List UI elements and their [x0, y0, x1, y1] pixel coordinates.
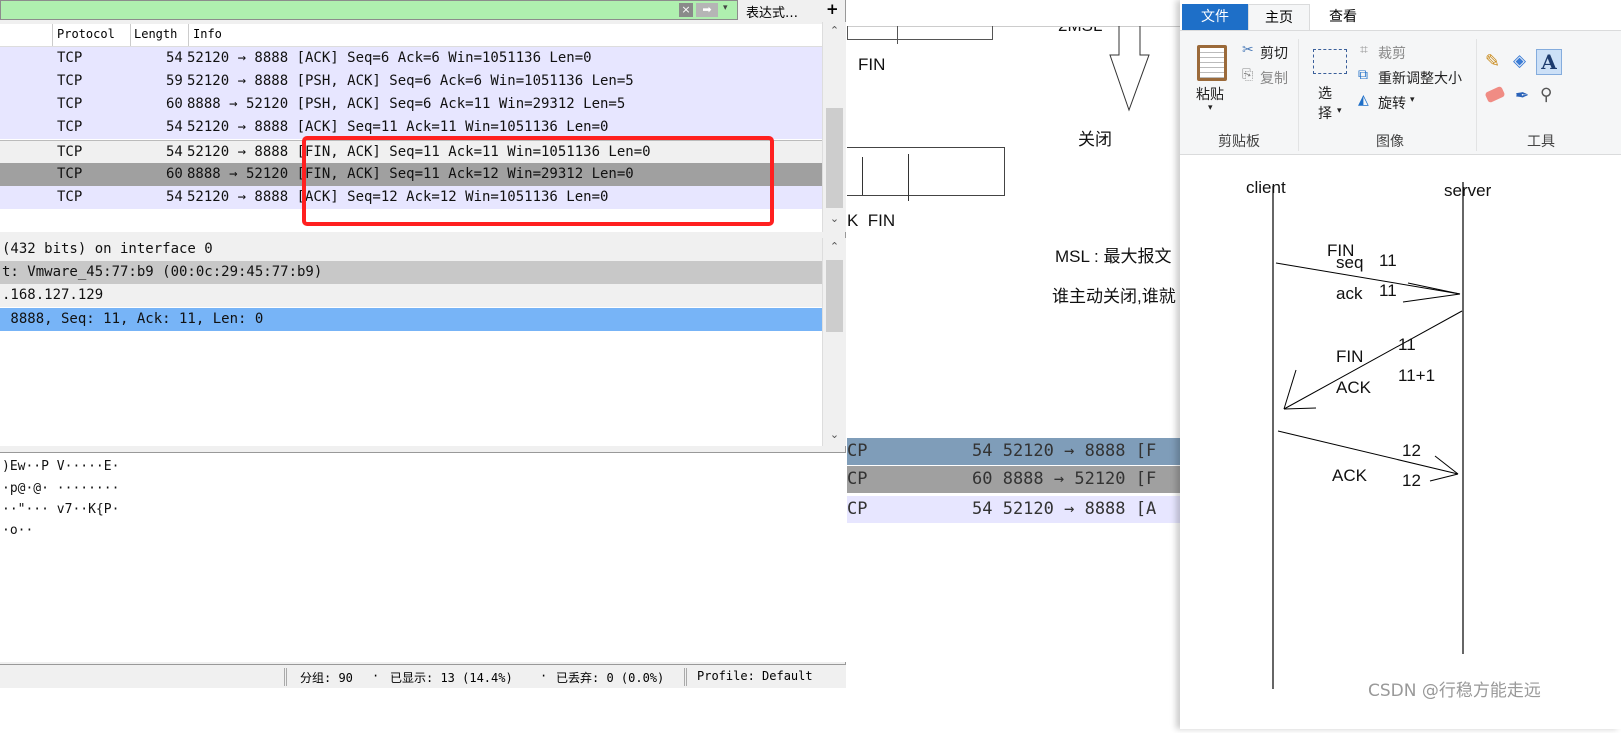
background-document: FIN 2MSL 关闭 K FIN MSL : 最大报文 谁主动关闭,谁就 CP…	[847, 0, 1181, 729]
scrollbar-thumb[interactable]	[826, 260, 843, 332]
fin-label-2: FIN	[1336, 347, 1363, 366]
color-picker-icon[interactable]: ✒	[1515, 86, 1529, 106]
doc-fin-label: FIN	[858, 55, 886, 74]
cut-button[interactable]: 剪切	[1260, 43, 1288, 63]
tab-home[interactable]: 主页	[1248, 4, 1310, 31]
display-filter-input[interactable]: × ➡ ▾	[0, 0, 738, 20]
rotate-icon: ◭	[1358, 92, 1369, 108]
scissors-icon: ✂	[1242, 42, 1254, 58]
detail-row[interactable]: t: Vmware_45:77:b9 (00:0c:29:45:77:b9)	[0, 261, 822, 284]
tools-group-label: 工具	[1527, 134, 1555, 150]
seq-value-3: 12	[1402, 441, 1421, 460]
scrollbar-thumb[interactable]	[826, 108, 843, 208]
seq-label: seq	[1336, 253, 1363, 272]
text-tool-icon[interactable]: A	[1536, 49, 1562, 75]
dropped-count: 已丢弃: 0 (0.0%)	[556, 671, 665, 685]
select-button[interactable]: 选择	[1318, 84, 1336, 124]
fin-arrow-1	[1275, 262, 1461, 303]
client-label: client	[1246, 178, 1286, 197]
doc-packet-row: CP 54 52120 → 8888 [F	[847, 438, 1181, 465]
ack-label-3: ACK	[1332, 466, 1368, 485]
paint-canvas[interactable]: client server FIN seq 11 ack 11 11 FIN 1…	[1180, 156, 1621, 729]
details-scrollbar[interactable]: ⌃ ⌄	[822, 238, 846, 446]
clear-filter-icon[interactable]: ×	[679, 3, 693, 17]
scroll-up-icon[interactable]: ⌃	[823, 24, 846, 37]
copy-button[interactable]: 复制	[1260, 68, 1288, 88]
doc-packet-row: CP 54 52120 → 8888 [A	[847, 496, 1181, 523]
ack-arrow	[1277, 430, 1459, 482]
detail-row-selected[interactable]: 8888, Seq: 11, Ack: 11, Len: 0	[0, 308, 822, 331]
displayed-count: 已显示: 13 (14.4%)	[390, 671, 513, 685]
ribbon: 粘贴 ▾ ✂ 剪切 ⎘ 复制 剪贴板 选择 ▾ ⌗ 裁剪 ⧉ 重新调整大小 ◭ …	[1180, 30, 1621, 155]
server-label: server	[1444, 181, 1492, 200]
down-arrow-shape	[1109, 26, 1150, 112]
tab-file[interactable]: 文件	[1182, 4, 1248, 30]
doc-msl-text: MSL : 最大报文	[1055, 247, 1172, 266]
tab-view[interactable]: 查看	[1312, 4, 1374, 30]
crop-button[interactable]: 裁剪	[1378, 43, 1406, 63]
ack-value-2: 11+1	[1398, 366, 1435, 385]
paste-button[interactable]: 粘贴	[1196, 84, 1224, 104]
resize-icon: ⧉	[1358, 67, 1368, 83]
crop-icon: ⌗	[1360, 42, 1368, 58]
ack-label: ack	[1336, 284, 1363, 303]
doc-close-label: 关闭	[1078, 130, 1112, 149]
wireshark-window: × ➡ ▾ 表达式… + Protocol Length Info TCP 54 5…	[0, 0, 846, 688]
seq-value-2: 11	[1398, 335, 1416, 354]
add-filter-button[interactable]: +	[826, 0, 839, 18]
scroll-down-icon[interactable]: ⌄	[823, 212, 846, 225]
packet-list-header: Protocol Length Info	[0, 24, 822, 47]
packet-row[interactable]: TCP 54 52120 → 8888 [ACK] Seq=6 Ack=6 Win=…	[0, 47, 822, 70]
magnifier-icon[interactable]: ⚲	[1540, 85, 1552, 105]
image-group-label: 图像	[1376, 134, 1404, 150]
expression-button[interactable]: 表达式…	[746, 2, 798, 21]
ack-value-3: 12	[1402, 471, 1421, 490]
profile-selector[interactable]: Profile: Default	[697, 669, 813, 683]
column-protocol[interactable]: Protocol	[57, 27, 115, 41]
fin-ack-arrow	[1283, 310, 1463, 410]
fill-bucket-icon[interactable]: ◈	[1513, 51, 1526, 71]
scroll-up-icon[interactable]: ⌃	[823, 240, 846, 253]
clipboard-group-label: 剪贴板	[1218, 134, 1260, 150]
apply-filter-icon[interactable]: ➡	[696, 3, 718, 17]
watermark: CSDN @行稳方能走远	[1368, 681, 1541, 701]
packet-row[interactable]: TCP 59 52120 → 8888 [PSH, ACK] Seq=6 Ack=6…	[0, 70, 822, 93]
resize-button[interactable]: 重新调整大小	[1378, 68, 1462, 88]
detail-row[interactable]: (432 bits) on interface 0	[0, 238, 822, 261]
pencil-icon[interactable]: ✎	[1485, 51, 1500, 72]
doc-k-fin-label: K FIN	[847, 211, 896, 230]
select-rectangle-icon	[1313, 49, 1347, 74]
packet-list-scrollbar[interactable]: ⌃ ⌄	[822, 22, 846, 232]
packet-row[interactable]: TCP 60 8888 → 52120 [PSH, ACK] Seq=6 Ack=1…	[0, 93, 822, 116]
ack-label-2: ACK	[1336, 378, 1372, 397]
paste-clipboard-icon	[1197, 45, 1227, 81]
seq-value: 11	[1379, 251, 1397, 270]
packet-details: (432 bits) on interface 0 t: Vmware_45:7…	[0, 238, 822, 446]
copy-icon: ⎘	[1242, 67, 1254, 83]
doc-packet-row: CP 60 8888 → 52120 [F	[847, 466, 1181, 493]
status-bar: 分组: 90 · 已显示: 13 (14.4%) · 已丢弃: 0 (0.0%)…	[0, 664, 846, 688]
eraser-icon[interactable]	[1484, 85, 1506, 104]
column-info[interactable]: Info	[193, 27, 222, 41]
rotate-button[interactable]: 旋转	[1378, 93, 1406, 113]
ack-value: 11	[1379, 281, 1397, 300]
highlight-box	[302, 136, 774, 226]
packet-bytes: )Ew··P V·····E· ·p@·@· ········ ··"··· v…	[0, 452, 846, 662]
packets-count: 分组: 90	[300, 671, 353, 685]
filter-history-dropdown[interactable]: ▾	[723, 3, 728, 13]
paint-window: 文件 主页 查看 粘贴 ▾ ✂ 剪切 ⎘ 复制 剪贴板 选择 ▾ ⌗ 裁剪 ⧉ …	[1180, 0, 1621, 729]
tcp-close-diagram: client server FIN seq 11 ack 11 11 FIN 1…	[1246, 178, 1492, 689]
scroll-down-icon[interactable]: ⌄	[823, 428, 846, 441]
column-length[interactable]: Length	[134, 27, 177, 41]
detail-row[interactable]: .168.127.129	[0, 284, 822, 307]
doc-who-text: 谁主动关闭,谁就	[1052, 287, 1176, 306]
